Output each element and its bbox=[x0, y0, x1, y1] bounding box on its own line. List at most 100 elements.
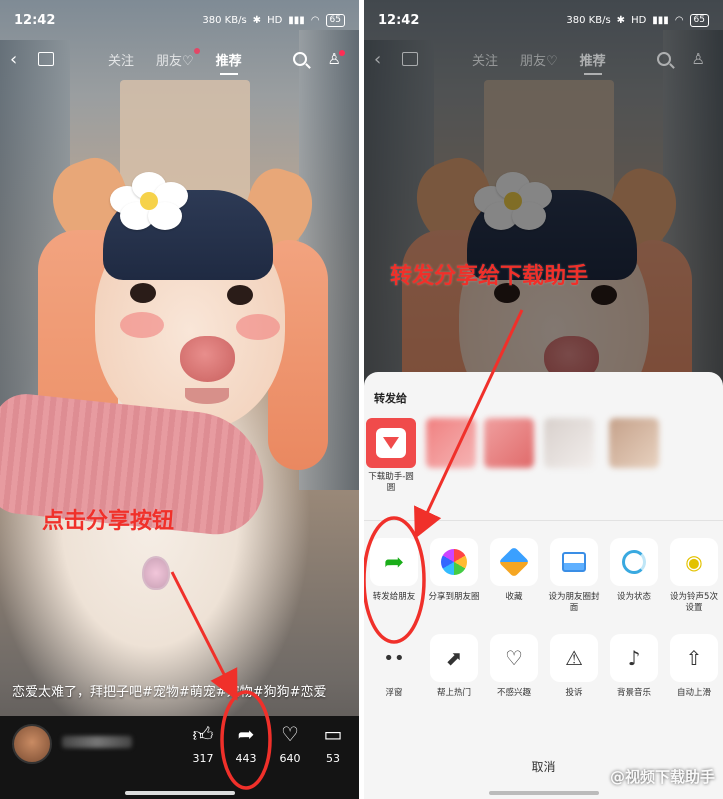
home-indicator-2[interactable] bbox=[488, 791, 599, 795]
notification-dot bbox=[193, 47, 200, 54]
share-arrow-icon: ➦ bbox=[237, 722, 255, 746]
tile-label: 不感兴趣 bbox=[496, 688, 531, 698]
dog-mouth bbox=[185, 388, 229, 404]
profile-icon: ♙ bbox=[691, 50, 705, 68]
report-button[interactable]: ⚠ 投诉 bbox=[546, 634, 602, 699]
contact-list: 下载助手-圆圆 bbox=[364, 418, 723, 508]
tile-label: 帮上热门 bbox=[436, 688, 471, 698]
favorite-count: 640 bbox=[279, 752, 301, 765]
comment-button[interactable]: ▭ 53 bbox=[313, 722, 353, 765]
blurred-avatar bbox=[609, 418, 659, 468]
signal-label-2: HD bbox=[631, 14, 647, 26]
boost-trending-button[interactable]: ⬈ 帮上热门 bbox=[426, 634, 482, 699]
battery-icon: 65 bbox=[325, 13, 345, 27]
auto-scroll-icon: ⇧ bbox=[670, 634, 718, 682]
share-sheet-title: 转发给 bbox=[374, 392, 407, 405]
video-caption: 恋爱太难了，拜把子吧#宠物#萌宠#宠物#狗狗#恋爱 bbox=[12, 685, 327, 700]
collect-button[interactable]: 收藏 bbox=[486, 538, 542, 603]
favorite-button[interactable]: ♡ 640 bbox=[270, 722, 310, 765]
blush-left bbox=[120, 312, 164, 338]
tile-label: 收藏 bbox=[505, 592, 523, 602]
not-interested-button[interactable]: ♡ 不感兴趣 bbox=[486, 634, 542, 699]
set-status-button[interactable]: 设为状态 bbox=[606, 538, 662, 603]
contact-blurred-2[interactable] bbox=[484, 418, 534, 468]
top-nav: ‹ 关注 朋友♡ 推荐 ♙ bbox=[0, 44, 359, 75]
network-speed-2: 380 KB/s bbox=[566, 14, 611, 26]
status-time: 12:42 bbox=[14, 12, 56, 28]
auto-scroll-button[interactable]: ⇧ 自动上滑 bbox=[666, 634, 722, 699]
contact-blurred-4[interactable] bbox=[609, 418, 659, 468]
dog-eye-left bbox=[130, 283, 156, 303]
watermark: @视频下载助手 bbox=[609, 768, 715, 786]
annotation-tap-share: 点击分享按钮 bbox=[42, 509, 175, 534]
heart-icon: ♡ bbox=[281, 722, 299, 746]
cube-icon bbox=[490, 538, 538, 586]
tab-friends[interactable]: 朋友♡ bbox=[156, 47, 200, 69]
status-bar: 12:42 380 KB/s ✱ HD ▮▮▮ ◠ 65 bbox=[0, 0, 359, 40]
tab-recommended-2: 推荐 bbox=[580, 50, 606, 75]
top-nav-2: ‹ 关注 朋友♡ 推荐 ♙ bbox=[364, 44, 723, 75]
dog-nose bbox=[180, 336, 235, 382]
contact-label: 下载助手-圆圆 bbox=[368, 472, 414, 493]
back-icon: ‹ bbox=[374, 48, 382, 70]
contact-blurred-1[interactable] bbox=[426, 418, 476, 468]
avatar[interactable] bbox=[12, 724, 52, 764]
set-ringtone-button[interactable]: ◉ 设为铃声5次设置 bbox=[666, 538, 722, 614]
blurred-avatar bbox=[544, 418, 594, 468]
share-button[interactable]: ➦ 443 bbox=[226, 722, 266, 765]
profile-icon[interactable]: ♙ bbox=[328, 50, 345, 68]
like-count: 317 bbox=[192, 752, 214, 765]
moments-icon bbox=[430, 538, 478, 586]
home-indicator[interactable] bbox=[124, 791, 235, 795]
tab-following[interactable]: 关注 bbox=[108, 50, 134, 69]
tile-label: 投诉 bbox=[565, 688, 583, 698]
status-bar-2: 12:42 380 KB/s ✱ HD ▮▮▮ ◠ 65 bbox=[364, 0, 723, 40]
forward-to-friend-button[interactable]: ➦ 转发给朋友 bbox=[366, 538, 422, 603]
window-icon[interactable] bbox=[38, 52, 54, 66]
signal-label: HD bbox=[267, 14, 283, 26]
tab-following-2: 关注 bbox=[472, 53, 499, 69]
contact-blurred-3[interactable] bbox=[544, 418, 594, 468]
background-music-button[interactable]: ♪ 背景音乐 bbox=[606, 634, 662, 699]
like-button[interactable]: 👍︎ 317 bbox=[183, 722, 223, 765]
tile-label: 转发给朋友 bbox=[372, 592, 416, 602]
blurred-avatar bbox=[484, 418, 534, 468]
battery-icon: 65 bbox=[689, 13, 709, 27]
status-ring-icon bbox=[610, 538, 658, 586]
download-helper-avatar bbox=[366, 418, 416, 468]
tab-recommended[interactable]: 推荐 bbox=[216, 50, 242, 75]
signal-icon: ▮▮▮ bbox=[288, 14, 305, 26]
tile-label: 自动上滑 bbox=[676, 688, 711, 698]
annotation-forward-to-helper: 转发分享给下载助手 bbox=[390, 264, 589, 289]
tab-friends-label: 朋友♡ bbox=[156, 53, 194, 69]
ringtone-icon: ◉ bbox=[670, 538, 718, 586]
flower-hairpin bbox=[110, 172, 190, 232]
float-window-icon: •• bbox=[383, 647, 405, 669]
set-moments-cover-button[interactable]: 设为朋友圈封面 bbox=[546, 538, 602, 614]
network-speed: 380 KB/s bbox=[202, 14, 247, 26]
right-share-screen: 12:42 380 KB/s ✱ HD ▮▮▮ ◠ 65 ‹ 关注 朋友♡ 推荐… bbox=[364, 0, 723, 799]
share-to-moments-button[interactable]: 分享到朋友圈 bbox=[426, 538, 482, 603]
tile-label: 设为朋友圈封面 bbox=[548, 592, 600, 613]
image-icon bbox=[550, 538, 598, 586]
left-video-screen: 12:42 380 KB/s ✱ HD ▮▮▮ ◠ 65 ‹ 关注 朋友♡ 推荐… bbox=[0, 0, 359, 799]
tile-label: 设为铃声5次设置 bbox=[670, 592, 718, 613]
tile-label: 背景音乐 bbox=[616, 688, 651, 698]
blurred-avatar bbox=[426, 418, 476, 468]
bluetooth-icon: ✱ bbox=[616, 14, 626, 26]
search-icon bbox=[657, 52, 671, 66]
blush-right bbox=[236, 314, 280, 340]
search-icon[interactable] bbox=[293, 52, 307, 66]
wifi-icon: ◠ bbox=[674, 14, 684, 26]
back-icon[interactable]: ‹ bbox=[10, 49, 17, 70]
tile-label: 设为状态 bbox=[616, 592, 651, 602]
share-sheet: 转发给 下载助手-圆圆 ➦ 转发给朋友 分享到朋友圈 收藏 设为朋友圈封面 设为… bbox=[364, 372, 723, 799]
warning-icon: ⚠ bbox=[550, 634, 598, 682]
trending-icon: ⬈ bbox=[430, 634, 478, 682]
forward-arrow-icon: ➦ bbox=[370, 538, 418, 586]
tab-friends-2: 朋友♡ bbox=[520, 53, 558, 69]
float-window-button[interactable]: •• 浮窗 bbox=[366, 634, 422, 699]
dog-eye-right bbox=[227, 285, 253, 305]
contact-download-helper[interactable]: 下载助手-圆圆 bbox=[366, 418, 416, 494]
music-icon: ♪ bbox=[610, 634, 658, 682]
